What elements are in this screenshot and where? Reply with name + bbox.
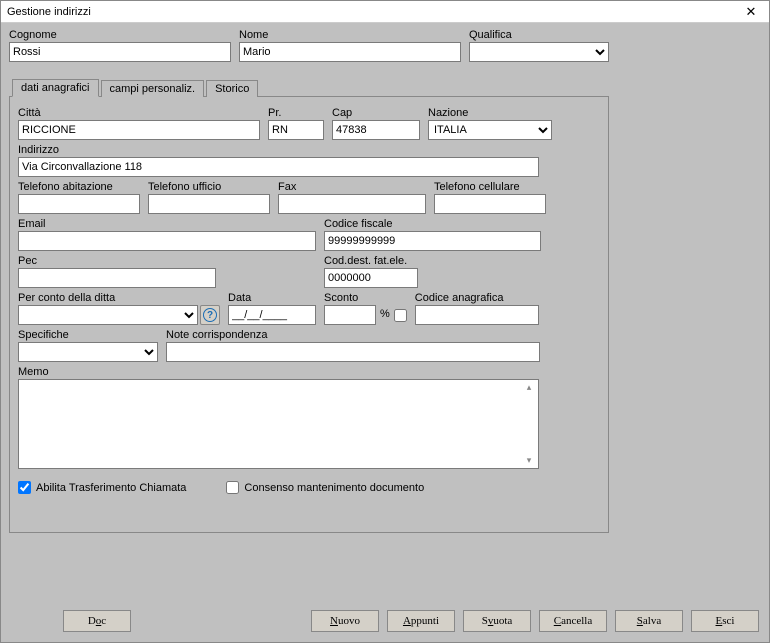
codanag-label: Codice anagrafica: [415, 292, 539, 304]
cancella-button[interactable]: Cancella: [539, 610, 607, 632]
coddest-input[interactable]: [324, 268, 418, 288]
consenso-checkbox[interactable]: [226, 481, 239, 494]
nuovo-button[interactable]: Nuovo: [311, 610, 379, 632]
svuota-button[interactable]: Svuota: [463, 610, 531, 632]
fax-label: Fax: [278, 181, 426, 193]
codanag-input[interactable]: [415, 305, 539, 325]
codice-fiscale-input[interactable]: [324, 231, 541, 251]
pr-label: Pr.: [268, 107, 324, 119]
salva-button[interactable]: Salva: [615, 610, 683, 632]
citta-label: Città: [18, 107, 260, 119]
close-icon: ✕: [746, 4, 757, 20]
title-bar: Gestione indirizzi ✕: [1, 1, 769, 23]
scroll-up-icon[interactable]: ▴: [522, 382, 536, 393]
data-input[interactable]: [228, 305, 316, 325]
close-button[interactable]: ✕: [737, 3, 765, 21]
consenso-label: Consenso mantenimento documento: [244, 482, 424, 494]
sconto-label: Sconto: [324, 292, 376, 304]
data-label: Data: [228, 292, 316, 304]
tab-storico[interactable]: Storico: [206, 80, 258, 97]
cap-input[interactable]: [332, 120, 420, 140]
window-title: Gestione indirizzi: [7, 6, 91, 18]
abilita-trasferimento-label: Abilita Trasferimento Chiamata: [36, 482, 186, 494]
help-button[interactable]: ?: [200, 305, 220, 325]
nome-label: Nome: [239, 29, 461, 41]
pec-label: Pec: [18, 255, 216, 267]
indirizzo-label: Indirizzo: [18, 144, 539, 156]
memo-textarea[interactable]: ▴ ▾: [18, 379, 539, 469]
indirizzo-input[interactable]: [18, 157, 539, 177]
tel-ufficio-label: Telefono ufficio: [148, 181, 270, 193]
cap-label: Cap: [332, 107, 420, 119]
scroll-down-icon[interactable]: ▾: [522, 455, 536, 466]
help-icon: ?: [203, 308, 217, 322]
pr-input[interactable]: [268, 120, 324, 140]
tab-campi-personaliz[interactable]: campi personaliz.: [101, 80, 205, 97]
fax-input[interactable]: [278, 194, 426, 214]
tel-cellulare-label: Telefono cellulare: [434, 181, 546, 193]
tel-abitazione-label: Telefono abitazione: [18, 181, 140, 193]
cognome-input[interactable]: [9, 42, 231, 62]
codice-fiscale-label: Codice fiscale: [324, 218, 541, 230]
nome-input[interactable]: [239, 42, 461, 62]
percent-label: %: [380, 308, 390, 323]
nazione-select[interactable]: ITALIA: [428, 120, 552, 140]
tel-abitazione-input[interactable]: [18, 194, 140, 214]
memo-label: Memo: [18, 366, 539, 378]
appunti-button[interactable]: Appunti: [387, 610, 455, 632]
sconto-input[interactable]: [324, 305, 376, 325]
nazione-label: Nazione: [428, 107, 552, 119]
button-bar: Doc Nuovo Appunti Svuota Cancella Salva …: [1, 610, 769, 632]
tel-cellulare-input[interactable]: [434, 194, 546, 214]
email-label: Email: [18, 218, 316, 230]
specifiche-select[interactable]: [18, 342, 158, 362]
pec-input[interactable]: [18, 268, 216, 288]
coddest-label: Cod.dest. fat.ele.: [324, 255, 418, 267]
doc-button[interactable]: Doc: [63, 610, 131, 632]
email-input[interactable]: [18, 231, 316, 251]
tab-strip: dati anagrafici campi personaliz. Storic…: [12, 80, 260, 97]
qualifica-label: Qualifica: [469, 29, 609, 41]
perconto-select[interactable]: [18, 305, 198, 325]
sconto-checkbox[interactable]: [394, 309, 407, 322]
cognome-label: Cognome: [9, 29, 231, 41]
abilita-trasferimento-checkbox[interactable]: [18, 481, 31, 494]
tel-ufficio-input[interactable]: [148, 194, 270, 214]
note-input[interactable]: [166, 342, 540, 362]
specifiche-label: Specifiche: [18, 329, 158, 341]
tab-dati-anagrafici[interactable]: dati anagrafici: [12, 79, 99, 97]
note-label: Note corrispondenza: [166, 329, 540, 341]
perconto-label: Per conto della ditta: [18, 292, 198, 304]
citta-input[interactable]: [18, 120, 260, 140]
qualifica-select[interactable]: [469, 42, 609, 62]
esci-button[interactable]: Esci: [691, 610, 759, 632]
